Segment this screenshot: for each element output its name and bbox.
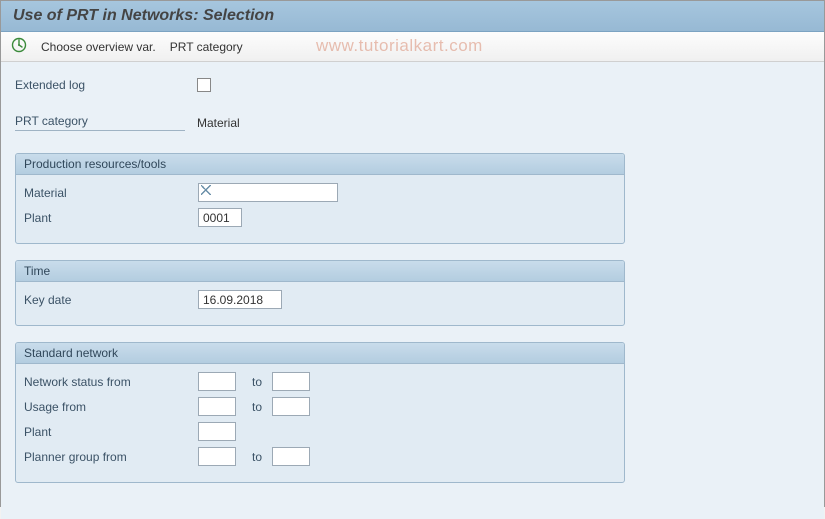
app-window: Use of PRT in Networks: Selection Choose… bbox=[0, 0, 825, 507]
prt-category-label: PRT category bbox=[15, 114, 185, 131]
std-plant-input[interactable] bbox=[198, 422, 236, 441]
page-title: Use of PRT in Networks: Selection bbox=[13, 7, 812, 25]
prt-category-value: Material bbox=[197, 116, 240, 130]
watermark-text: www.tutorialkart.com bbox=[316, 36, 483, 56]
group-header-prt: Production resources/tools bbox=[16, 154, 624, 175]
material-required-wrap bbox=[198, 183, 338, 202]
usage-to-input[interactable] bbox=[272, 397, 310, 416]
material-label: Material bbox=[24, 186, 198, 200]
material-input[interactable] bbox=[198, 183, 338, 202]
network-status-from-input[interactable] bbox=[198, 372, 236, 391]
toolbar: Choose overview var. PRT category www.tu… bbox=[1, 32, 824, 62]
group-header-time: Time bbox=[16, 261, 624, 282]
std-plant-row: Plant bbox=[24, 422, 616, 441]
planner-to-input[interactable] bbox=[272, 447, 310, 466]
usage-label: Usage from bbox=[24, 400, 198, 414]
extended-log-row: Extended log bbox=[15, 78, 810, 92]
group-production-resources: Production resources/tools Material Plan… bbox=[15, 153, 625, 244]
plant-input[interactable] bbox=[198, 208, 242, 227]
planner-group-row: Planner group from to bbox=[24, 447, 616, 466]
choose-overview-label: Choose overview var. bbox=[41, 40, 156, 54]
planner-from-input[interactable] bbox=[198, 447, 236, 466]
prt-category-button[interactable]: PRT category bbox=[170, 40, 243, 54]
plant-row: Plant bbox=[24, 208, 616, 227]
to-label-1: to bbox=[252, 375, 262, 389]
group-header-std-network: Standard network bbox=[16, 343, 624, 364]
usage-row: Usage from to bbox=[24, 397, 616, 416]
title-bar: Use of PRT in Networks: Selection bbox=[1, 1, 824, 32]
prt-category-toolbar-label: PRT category bbox=[170, 40, 243, 54]
network-status-label: Network status from bbox=[24, 375, 198, 389]
group-time: Time Key date bbox=[15, 260, 625, 326]
form-area: Extended log PRT category Material Produ… bbox=[1, 62, 824, 519]
prt-category-row: PRT category Material bbox=[15, 114, 810, 131]
choose-overview-button[interactable]: Choose overview var. bbox=[41, 40, 156, 54]
std-plant-label: Plant bbox=[24, 425, 198, 439]
key-date-row: Key date bbox=[24, 290, 616, 309]
key-date-input[interactable] bbox=[198, 290, 282, 309]
material-row: Material bbox=[24, 183, 616, 202]
network-status-to-input[interactable] bbox=[272, 372, 310, 391]
extended-log-checkbox[interactable] bbox=[197, 78, 211, 92]
to-label-2: to bbox=[252, 400, 262, 414]
planner-group-label: Planner group from bbox=[24, 450, 198, 464]
usage-from-input[interactable] bbox=[198, 397, 236, 416]
execute-icon bbox=[11, 37, 27, 56]
extended-log-label: Extended log bbox=[15, 78, 197, 92]
to-label-3: to bbox=[252, 450, 262, 464]
network-status-row: Network status from to bbox=[24, 372, 616, 391]
key-date-label: Key date bbox=[24, 293, 198, 307]
plant-label: Plant bbox=[24, 211, 198, 225]
group-standard-network: Standard network Network status from to … bbox=[15, 342, 625, 483]
execute-button[interactable] bbox=[11, 37, 27, 56]
